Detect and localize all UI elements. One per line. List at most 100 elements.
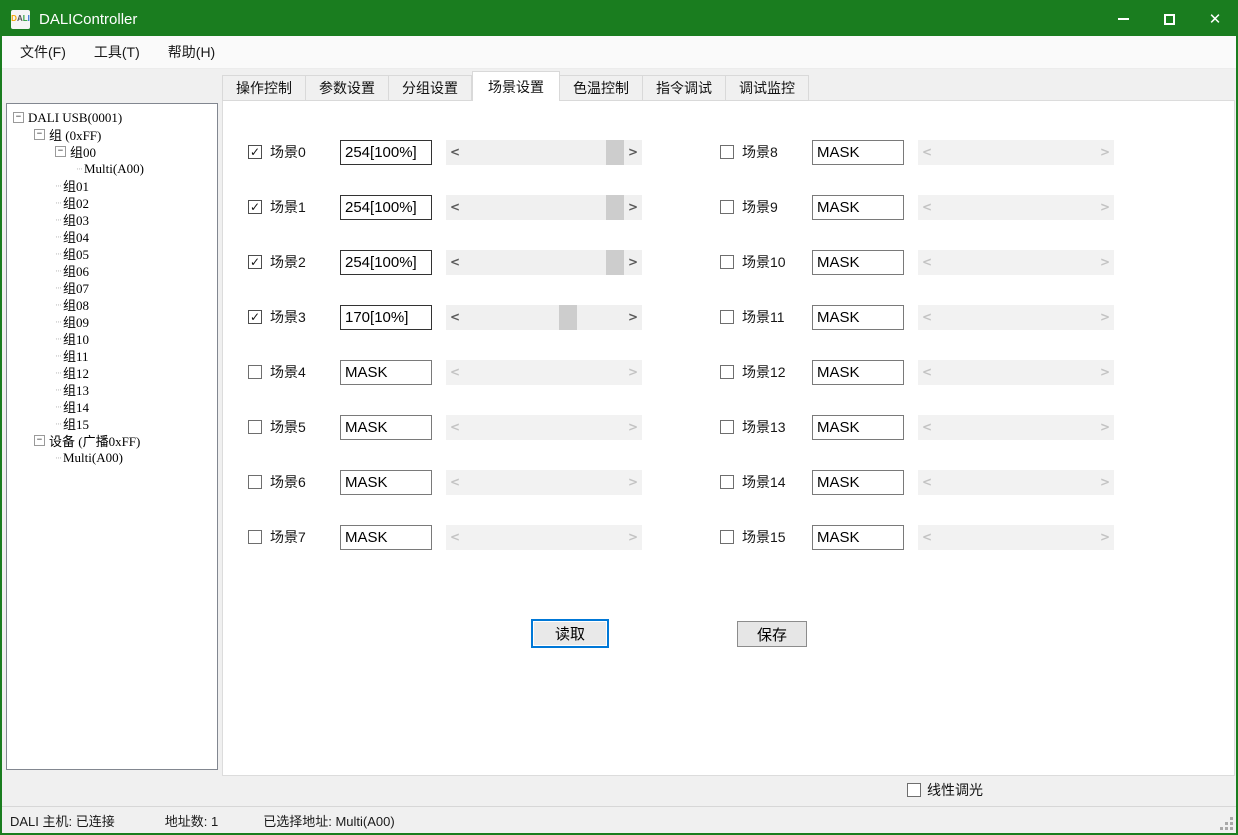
scene-value-input[interactable] <box>812 415 904 440</box>
scene-checkbox[interactable]: ✓ <box>248 200 262 214</box>
scene-slider[interactable]: <> <box>446 140 642 165</box>
scene-value-input[interactable] <box>340 525 432 550</box>
close-button[interactable]: ✕ <box>1192 0 1238 38</box>
slider-thumb[interactable] <box>606 195 624 220</box>
scene-value-input[interactable] <box>812 250 904 275</box>
resize-grip[interactable] <box>1220 817 1233 830</box>
scene-checkbox[interactable] <box>248 420 262 434</box>
menu-item-0[interactable]: 文件(F) <box>10 36 76 68</box>
scene-label: 场景1 <box>270 197 340 217</box>
slider-thumb[interactable] <box>559 305 577 330</box>
scene-checkbox[interactable] <box>720 365 734 379</box>
slider-right-arrow-icon: > <box>1096 305 1114 330</box>
slider-right-arrow-icon: > <box>624 415 642 440</box>
tree-expander-icon[interactable]: − <box>34 435 45 446</box>
tree-item-8[interactable]: ···组05 <box>7 245 217 262</box>
scene-checkbox[interactable] <box>248 530 262 544</box>
scene-value-input[interactable] <box>812 195 904 220</box>
scene-slider: <> <box>918 525 1114 550</box>
save-button[interactable]: 保存 <box>737 621 807 647</box>
tree-item-3[interactable]: ···Multi(A00) <box>7 160 217 177</box>
scene-checkbox[interactable] <box>720 255 734 269</box>
tree-item-20[interactable]: ···Multi(A00) <box>7 449 217 466</box>
maximize-button[interactable] <box>1146 0 1192 38</box>
tree-item-9[interactable]: ···组06 <box>7 262 217 279</box>
tree-item-2[interactable]: −组00 <box>7 143 217 160</box>
scene-row-right-0: 场景8<> <box>720 139 1114 165</box>
slider-left-arrow-icon[interactable]: < <box>446 305 464 330</box>
scene-value-input[interactable] <box>340 140 432 165</box>
tab-0[interactable]: 操作控制 <box>222 75 306 101</box>
scene-value-input[interactable] <box>340 250 432 275</box>
scene-checkbox[interactable]: ✓ <box>248 310 262 324</box>
tree-item-1[interactable]: −组 (0xFF) <box>7 126 217 143</box>
tree-item-14[interactable]: ···组11 <box>7 347 217 364</box>
tab-1[interactable]: 参数设置 <box>306 75 389 101</box>
scene-value-input[interactable] <box>340 195 432 220</box>
minimize-button[interactable] <box>1100 0 1146 38</box>
tree-item-16[interactable]: ···组13 <box>7 381 217 398</box>
scene-checkbox[interactable] <box>720 200 734 214</box>
tree-item-18[interactable]: ···组15 <box>7 415 217 432</box>
tree-item-17[interactable]: ···组14 <box>7 398 217 415</box>
scene-checkbox[interactable] <box>720 475 734 489</box>
slider-right-arrow-icon[interactable]: > <box>624 140 642 165</box>
slider-right-arrow-icon[interactable]: > <box>624 305 642 330</box>
scene-checkbox[interactable] <box>720 420 734 434</box>
tree-item-10[interactable]: ···组07 <box>7 279 217 296</box>
tree-item-11[interactable]: ···组08 <box>7 296 217 313</box>
scene-slider[interactable]: <> <box>446 305 642 330</box>
slider-right-arrow-icon: > <box>624 360 642 385</box>
scene-value-input[interactable] <box>340 305 432 330</box>
linear-dim-checkbox[interactable] <box>907 783 921 797</box>
menu-item-1[interactable]: 工具(T) <box>84 36 150 68</box>
scene-value-input[interactable] <box>340 360 432 385</box>
scene-value-input[interactable] <box>340 470 432 495</box>
tree-connector: ··· <box>55 232 61 242</box>
scene-checkbox[interactable] <box>248 475 262 489</box>
tree-expander-icon[interactable]: − <box>55 146 66 157</box>
slider-left-arrow-icon: < <box>918 250 936 275</box>
tree-expander-icon[interactable]: − <box>34 129 45 140</box>
tree-item-12[interactable]: ···组09 <box>7 313 217 330</box>
scene-value-input[interactable] <box>812 305 904 330</box>
tab-5[interactable]: 指令调试 <box>643 75 726 101</box>
tab-3[interactable]: 场景设置 <box>472 71 560 101</box>
scene-value-input[interactable] <box>812 525 904 550</box>
tree-item-13[interactable]: ···组10 <box>7 330 217 347</box>
tree-connector: ··· <box>55 283 61 293</box>
tree-item-4[interactable]: ···组01 <box>7 177 217 194</box>
slider-thumb[interactable] <box>606 250 624 275</box>
slider-left-arrow-icon[interactable]: < <box>446 250 464 275</box>
tree-item-5[interactable]: ···组02 <box>7 194 217 211</box>
scene-checkbox[interactable]: ✓ <box>248 145 262 159</box>
scene-value-input[interactable] <box>812 470 904 495</box>
scene-value-input[interactable] <box>812 360 904 385</box>
tree-item-7[interactable]: ···组04 <box>7 228 217 245</box>
scene-slider[interactable]: <> <box>446 195 642 220</box>
slider-right-arrow-icon[interactable]: > <box>624 250 642 275</box>
slider-thumb[interactable] <box>606 140 624 165</box>
tree-item-15[interactable]: ···组12 <box>7 364 217 381</box>
scene-slider[interactable]: <> <box>446 250 642 275</box>
tab-6[interactable]: 调试监控 <box>726 75 809 101</box>
tab-2[interactable]: 分组设置 <box>389 75 472 101</box>
scene-checkbox[interactable] <box>720 310 734 324</box>
scene-checkbox[interactable] <box>720 530 734 544</box>
tree-item-0[interactable]: −DALI USB(0001) <box>7 109 217 126</box>
scene-value-input[interactable] <box>340 415 432 440</box>
tree-item-6[interactable]: ···组03 <box>7 211 217 228</box>
tree-item-19[interactable]: −设备 (广播0xFF) <box>7 432 217 449</box>
tab-4[interactable]: 色温控制 <box>560 75 643 101</box>
read-button[interactable]: 读取 <box>531 619 609 648</box>
slider-left-arrow-icon[interactable]: < <box>446 195 464 220</box>
slider-right-arrow-icon[interactable]: > <box>624 195 642 220</box>
scene-checkbox[interactable] <box>248 365 262 379</box>
scene-checkbox[interactable] <box>720 145 734 159</box>
slider-left-arrow-icon[interactable]: < <box>446 140 464 165</box>
menu-item-2[interactable]: 帮助(H) <box>158 36 225 68</box>
scene-slider: <> <box>918 195 1114 220</box>
scene-value-input[interactable] <box>812 140 904 165</box>
tree-expander-icon[interactable]: − <box>13 112 24 123</box>
scene-checkbox[interactable]: ✓ <box>248 255 262 269</box>
